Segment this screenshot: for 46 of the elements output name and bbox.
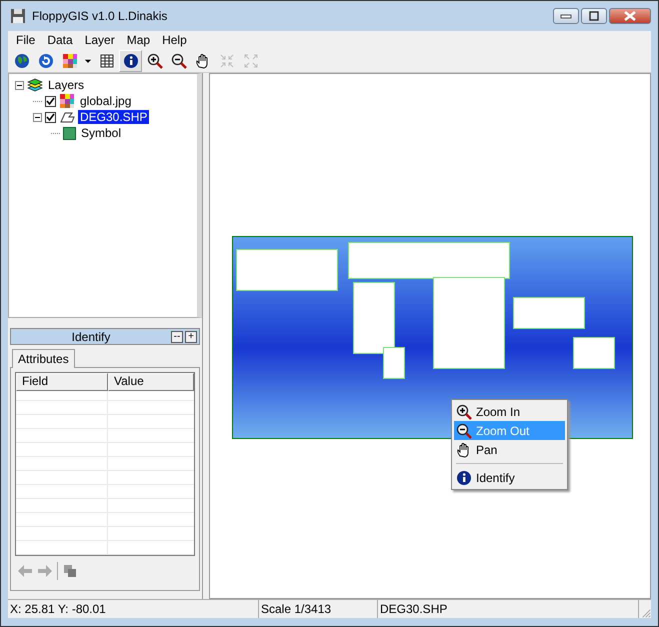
layers-stack-icon (27, 77, 43, 93)
panel-button[interactable]: -- (171, 330, 183, 342)
minimize-button[interactable] (553, 8, 579, 24)
tab[interactable]: Attributes (12, 349, 75, 368)
menu-item[interactable]: Pan (454, 440, 565, 459)
window-title: FloppyGIS v1.0 L.Dinakis (32, 9, 168, 23)
menu-item[interactable]: Zoom In (454, 402, 565, 421)
tree-item[interactable]: DEG30.SHP (78, 110, 150, 124)
color-grid-icon (62, 52, 78, 68)
zoom-in-icon (456, 404, 472, 420)
column-header[interactable]: Field (16, 373, 108, 391)
tree-item[interactable]: Symbol (79, 126, 124, 140)
tree-item[interactable]: Layers (46, 78, 86, 92)
info-icon (456, 470, 472, 486)
menu-item[interactable]: Identify (454, 468, 565, 487)
layer-checkbox[interactable] (45, 112, 56, 122)
menu-item[interactable]: Layer (78, 33, 121, 47)
zoom-out-icon (170, 52, 186, 68)
info-icon (122, 52, 138, 68)
maximize-button[interactable] (581, 8, 607, 24)
color-grid-icon (59, 93, 75, 109)
shrink-arrows-icon (218, 52, 234, 68)
hand-icon (194, 52, 210, 68)
menu-item[interactable]: Data (41, 33, 79, 47)
collapse-icon[interactable] (15, 80, 24, 90)
zoom-in-icon (146, 52, 162, 68)
collapse-icon[interactable] (33, 112, 42, 122)
status-text: X: 25.81 Y: -80.01 (8, 600, 259, 618)
status-text: DEG30.SHP (378, 600, 639, 618)
menu-item[interactable]: Help (156, 33, 193, 47)
menu-item[interactable]: Map (120, 33, 156, 47)
column-header[interactable]: Value (108, 373, 194, 391)
panel-title: Identify (70, 330, 112, 344)
zoom-out-icon (456, 422, 472, 438)
layer-checkbox[interactable] (45, 96, 56, 106)
table-icon (98, 52, 114, 68)
panel-button[interactable]: + (185, 330, 197, 342)
toolbar-button[interactable] (119, 50, 142, 72)
refresh-icon (38, 52, 54, 68)
menu-item[interactable]: File (10, 33, 42, 47)
expand-arrows-icon (242, 52, 258, 68)
close-button[interactable] (609, 8, 651, 24)
close-icon (622, 10, 638, 22)
tree-item[interactable]: global.jpg (78, 94, 134, 108)
globe-icon (14, 52, 30, 68)
status-text: Scale 1/3413 (259, 600, 378, 618)
